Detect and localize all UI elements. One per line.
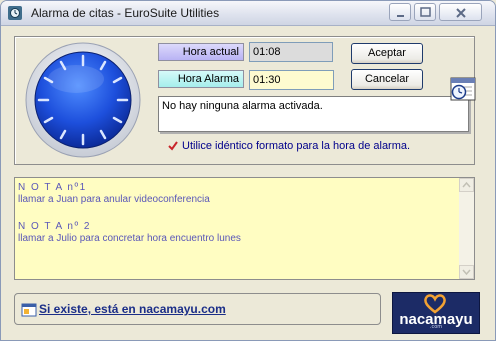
- maximize-icon: [420, 7, 431, 17]
- note-body: llamar a Juan para anular videoconferenc…: [18, 194, 210, 205]
- notes-scrollbar[interactable]: [459, 178, 474, 279]
- maximize-button[interactable]: [414, 3, 436, 21]
- calendar-clock-icon[interactable]: [448, 75, 478, 103]
- cancel-button[interactable]: Cancelar: [351, 69, 423, 90]
- alarm-panel: Hora actual 01:08 Aceptar Hora Alarma 01…: [14, 36, 478, 165]
- logo-subtext: .com: [429, 324, 443, 330]
- scroll-up-button[interactable]: [459, 178, 474, 192]
- note-heading: N O T A nº1: [18, 182, 87, 193]
- nacamayu-logo[interactable]: nacamayu .com: [392, 292, 480, 334]
- close-button[interactable]: [439, 3, 482, 21]
- format-hint: Utilice idéntico formato para la hora de…: [182, 140, 411, 152]
- accept-button[interactable]: Aceptar: [351, 43, 423, 64]
- window-icon: [21, 303, 37, 317]
- website-link-panel: Si existe, está en nacamayu.com: [14, 293, 381, 325]
- note-body: llamar a Julio para concretar hora encue…: [18, 233, 241, 244]
- close-icon: [456, 8, 466, 18]
- title-bar[interactable]: Alarma de citas - EuroSuite Utilities: [1, 1, 495, 26]
- window-title: Alarma de citas - EuroSuite Utilities: [31, 6, 220, 20]
- minimize-icon: [397, 15, 404, 17]
- alarm-time-input[interactable]: 01:30: [249, 70, 334, 90]
- alarm-clock-icon: [8, 6, 22, 20]
- chevron-up-icon: [462, 181, 471, 188]
- notes-area[interactable]: N O T A nº1 llamar a Juan para anular vi…: [14, 177, 475, 280]
- app-window: Alarma de citas - EuroSuite Utilities Ho…: [0, 0, 496, 341]
- note-item: N O T A nº1 llamar a Juan para anular vi…: [18, 182, 210, 206]
- clock-face-icon: [25, 42, 141, 158]
- chevron-down-icon: [462, 269, 471, 276]
- alarm-time-label: Hora Alarma: [158, 70, 244, 88]
- current-time-field: 01:08: [249, 42, 333, 62]
- alarm-status-box: No hay ninguna alarma activada.: [158, 96, 469, 132]
- website-link[interactable]: Si existe, está en nacamayu.com: [39, 302, 226, 316]
- checkmark-icon: [168, 141, 178, 151]
- note-item: N O T A nº 2 llamar a Julio para concret…: [18, 221, 241, 245]
- note-heading: N O T A nº 2: [18, 221, 91, 232]
- scroll-down-button[interactable]: [459, 265, 474, 279]
- current-time-label: Hora actual: [158, 43, 244, 61]
- minimize-button[interactable]: [389, 3, 411, 21]
